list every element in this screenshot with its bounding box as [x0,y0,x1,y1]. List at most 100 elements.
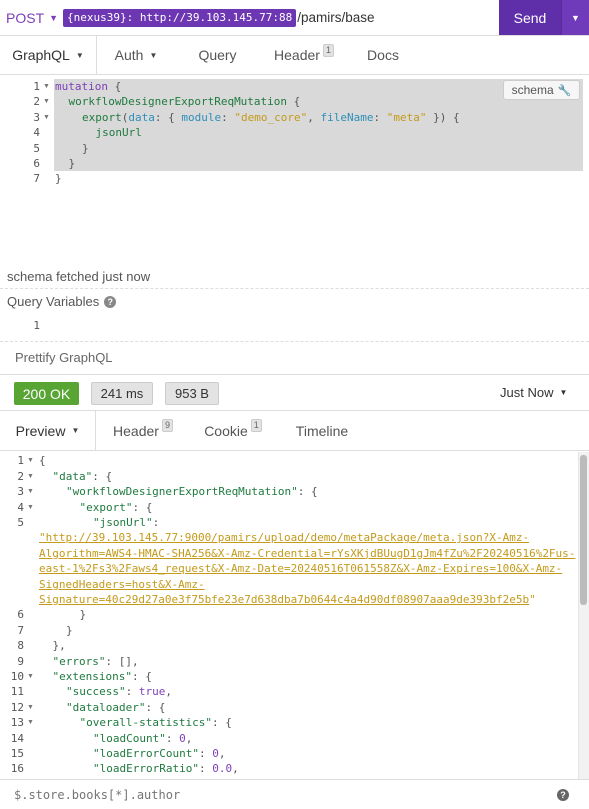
punctuation: } [55,172,62,186]
punctuation: } [82,141,89,155]
json-key: "jsonUrl" [93,516,153,529]
punctuation: : [221,110,235,124]
json-url-value[interactable]: Signature=40c29d27a0e3f75bfe23e7d638dba7… [39,593,529,606]
response-filter-input[interactable] [14,788,514,802]
punctuation: : [198,747,213,760]
punctuation: , [165,685,172,699]
fold-arrow-icon[interactable]: ▼ [43,110,50,125]
json-line: } [66,623,73,638]
json-key: "overall-statistics" [79,716,212,730]
help-icon[interactable]: ? [557,789,569,801]
code-line: } [82,141,89,156]
json-line: "extensions": { [53,669,152,684]
line-number: 3 [33,110,40,124]
string-value: "meta" [386,110,427,124]
line-number: 12 [10,700,24,714]
json-url-value[interactable]: east-1%2Fs3%2Faws4_request&X-Amz-Date=20… [39,562,562,575]
tab-response-header[interactable]: Header 9 [96,411,190,450]
chevron-down-icon: ▼ [49,12,59,23]
fold-arrow-icon[interactable]: ▼ [27,500,34,515]
line-number: 4 [17,500,24,514]
json-url-line[interactable]: Signature=40c29d27a0e3f75bfe23e7d638dba7… [39,592,536,607]
line-number: 4 [33,126,40,140]
json-line: } [80,607,87,622]
chevron-down-icon: ▼ [75,50,84,60]
send-button[interactable]: Send [499,0,561,35]
wrench-icon: 🔧 [557,84,572,97]
json-url-line[interactable]: "http://39.103.145.77:9000/pamirs/upload… [39,530,529,545]
line-number: 2 [33,95,40,109]
json-line: "success": true, [66,684,172,699]
json-key: "loadErrorRatio" [93,762,199,776]
json-url-value[interactable]: SignedHeaders=host&X-Amz- [39,578,205,591]
tab-header[interactable]: Header 1 [260,36,348,74]
help-icon[interactable]: ? [104,295,117,308]
query-variables-title: Query Variables ? [7,294,117,309]
schema-button-label: schema [511,83,554,97]
fold-arrow-icon[interactable]: ▼ [27,484,34,499]
header-count-badge: 1 [322,43,334,57]
punctuation: : [165,731,180,745]
fold-arrow-icon[interactable]: ▼ [27,669,34,684]
json-url-value[interactable]: "http://39.103.145.77:9000/pamirs/upload… [39,531,529,544]
response-tabs: Preview ▼ Header 9 Cookie 1 Timeline [0,411,589,451]
header-count-badge: 9 [161,419,173,432]
send-options-button[interactable]: ▼ [561,0,589,35]
json-url-line[interactable]: Algorithm=AWS4-HMAC-SHA256&X-Amz-Credent… [39,546,575,561]
json-line: "export": { [80,500,153,515]
method-selector[interactable]: POST ▼ [0,0,58,36]
fold-arrow-icon[interactable]: ▼ [27,715,34,730]
response-history-dropdown[interactable]: Just Now ▼ [500,385,567,400]
code-line: } [55,171,62,186]
tab-cookie[interactable]: Cookie 1 [190,411,276,450]
line-number: 9 [17,654,24,668]
field-name: jsonUrl [95,126,142,140]
line-number: 1 [33,80,40,93]
field-name: workflowDesignerExportReqMutation [68,95,288,109]
url-path[interactable]: /pamirs/base [297,10,374,25]
fold-arrow-icon[interactable]: ▼ [27,469,34,484]
punctuation: : { [145,700,166,714]
tab-preview[interactable]: Preview ▼ [0,411,96,450]
punctuation: : [373,110,387,124]
punctuation: : { [154,110,182,124]
line-number: 7 [17,623,24,637]
tab-timeline[interactable]: Timeline [276,411,368,450]
tab-label: Auth [114,47,144,63]
divider [0,341,589,342]
response-filter-bar: ? [0,779,589,809]
response-scrollbar-thumb[interactable] [580,455,587,605]
chevron-down-icon: ▼ [71,426,80,435]
line-number: 14 [10,731,24,745]
tab-auth[interactable]: Auth ▼ [97,36,175,74]
tab-graphql[interactable]: GraphQL ▼ [0,36,97,74]
punctuation: } [79,608,87,622]
tab-query[interactable]: Query [175,36,260,74]
punctuation: } [66,623,73,637]
json-url-value[interactable]: Algorithm=AWS4-HMAC-SHA256&X-Amz-Credent… [39,547,575,560]
json-key: "dataloader" [66,700,146,714]
fold-arrow-icon[interactable]: ▼ [27,453,34,468]
json-url-line[interactable]: SignedHeaders=host&X-Amz- [39,577,205,592]
schema-button[interactable]: schema 🔧 [503,80,580,100]
json-line: }, [53,638,66,653]
fold-arrow-icon[interactable]: ▼ [43,94,50,109]
tab-label: Query [198,47,237,63]
field-name: export [82,110,122,124]
json-url-line[interactable]: east-1%2Fs3%2Faws4_request&X-Amz-Date=20… [39,561,562,576]
punctuation: , [232,762,239,776]
environment-variable-tag[interactable]: {nexus39}: http://39.103.145.77:88 [63,8,297,27]
schema-status-text: schema fetched just now [7,269,151,284]
tab-label: Cookie [204,422,248,439]
cookie-count-badge: 1 [250,419,262,432]
line-number: 2 [17,469,24,483]
prettify-graphql-button[interactable]: Prettify GraphQL [15,350,113,365]
line-number: 5 [17,516,24,529]
punctuation: { [287,95,301,109]
fold-arrow-icon[interactable]: ▼ [43,79,50,94]
tab-docs[interactable]: Docs [348,36,418,74]
code-line: mutation { [55,79,121,94]
chevron-down-icon: ▼ [571,12,580,23]
line-number: 16 [10,762,24,776]
fold-arrow-icon[interactable]: ▼ [27,700,34,715]
